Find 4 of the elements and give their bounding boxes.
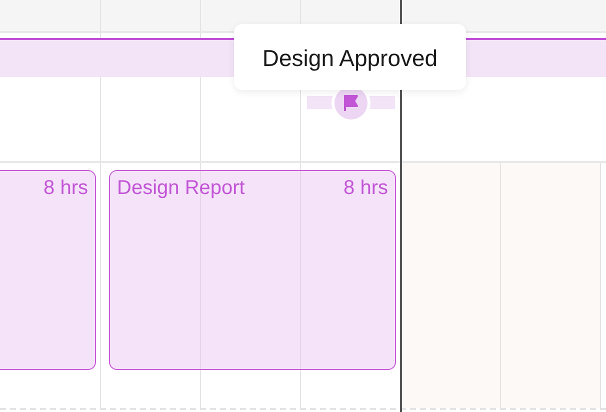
task-hours: 8 hrs [344,177,388,200]
task-name: Design Report [117,177,245,200]
milestone-tooltip: Design Approved [234,24,466,90]
task-hours: 8 hrs [44,177,88,200]
